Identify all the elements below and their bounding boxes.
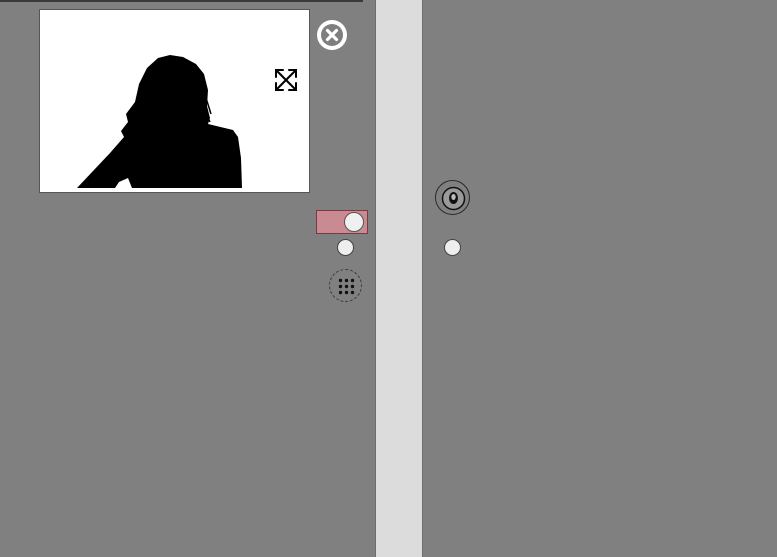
top-divider (0, 0, 363, 2)
panel-splitter[interactable] (375, 0, 423, 557)
local-panel (0, 0, 376, 557)
option-radio-right[interactable] (444, 239, 461, 256)
expand-icon[interactable] (273, 67, 299, 93)
user-avatar-icon (441, 186, 466, 211)
toggle-knob (344, 212, 364, 232)
close-button[interactable] (317, 20, 347, 50)
option-radio-left[interactable] (337, 239, 354, 256)
dialpad-button[interactable] (329, 269, 362, 302)
close-icon (321, 24, 343, 46)
remote-avatar-button[interactable] (435, 180, 470, 215)
person-silhouette-image (77, 55, 242, 188)
remote-panel (424, 0, 777, 557)
self-video-preview[interactable] (39, 9, 310, 193)
dialpad-icon (338, 278, 355, 295)
video-toggle-switch[interactable] (316, 210, 368, 234)
